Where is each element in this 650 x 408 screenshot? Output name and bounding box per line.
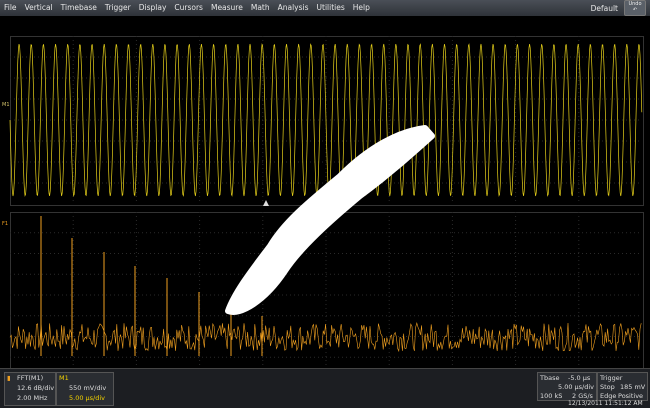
timestamp: 12/13/2011 11:51:12 AM	[568, 400, 643, 407]
fft-channel-box[interactable]: ▮ FFT(M1) 12.6 dB/div 2.00 MHz	[4, 372, 56, 406]
trigger-label: Trigger	[600, 374, 623, 382]
status-bar: ▮ FFT(M1) 12.6 dB/div 2.00 MHz M1 550 mV…	[0, 368, 650, 408]
menu-math[interactable]: Math	[247, 0, 274, 16]
fft-label: FFT(M1)	[17, 374, 44, 382]
menu-file[interactable]: File	[0, 0, 21, 16]
menu-utilities[interactable]: Utilities	[313, 0, 349, 16]
undo-button[interactable]: Undo ↶	[624, 0, 646, 16]
menu-cursors[interactable]: Cursors	[170, 0, 207, 16]
timebase-div: 5.00 µs/div	[558, 383, 595, 391]
undo-icon: ↶	[632, 7, 638, 13]
trigger-type: Edge	[600, 392, 617, 400]
menu-help[interactable]: Help	[349, 0, 374, 16]
timebase-box[interactable]: Tbase -5.0 µs 5.00 µs/div 100 kS 2 GS/s	[537, 372, 597, 401]
timebase-samples: 100 kS	[540, 392, 563, 400]
menu-analysis[interactable]: Analysis	[274, 0, 313, 16]
trigger-box[interactable]: Trigger Stop 185 mV Edge Positive	[597, 372, 648, 401]
redaction-scribble	[225, 125, 435, 315]
menu-timebase[interactable]: Timebase	[57, 0, 101, 16]
waveform-display[interactable]: M1 F1	[0, 16, 650, 380]
math-channel-box[interactable]: M1 550 mV/div 5.00 µs/div	[56, 372, 114, 406]
menu-measure[interactable]: Measure	[207, 0, 247, 16]
timebase-offset: -5.0 µs	[568, 374, 591, 382]
math-timescale: 5.00 µs/div	[69, 394, 106, 402]
menu-vertical[interactable]: Vertical	[21, 0, 57, 16]
trigger-level: 185 mV	[620, 383, 646, 391]
trigger-position-marker	[263, 200, 269, 206]
timebase-rate: 2 GS/s	[572, 392, 593, 400]
default-setup-label[interactable]: Default	[591, 4, 618, 13]
waveform-canvas	[9, 36, 643, 368]
menu-bar: File Vertical Timebase Trigger Display C…	[0, 0, 650, 16]
trigger-slope: Positive	[618, 392, 644, 400]
sine-trace	[9, 43, 643, 197]
fft-frequency: 2.00 MHz	[17, 394, 48, 402]
fft-icon: ▮	[7, 374, 11, 382]
fft-scale: 12.6 dB/div	[17, 384, 55, 392]
timebase-label: Tbase	[540, 374, 560, 382]
menu-trigger[interactable]: Trigger	[101, 0, 135, 16]
math-scale: 550 mV/div	[69, 384, 107, 392]
math-label: M1	[59, 374, 69, 382]
menu-display[interactable]: Display	[135, 0, 171, 16]
trigger-state: Stop	[600, 383, 615, 391]
